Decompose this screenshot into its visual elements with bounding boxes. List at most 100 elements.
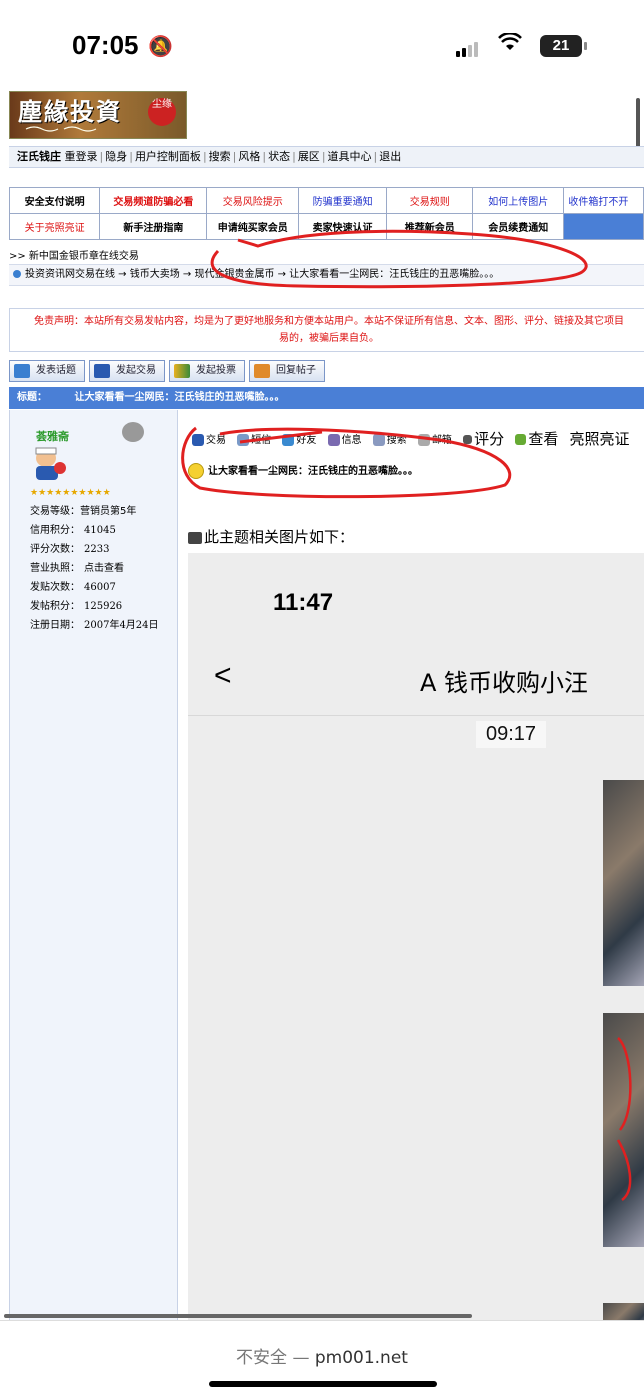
web-page: 塵緣投資 尘缘 汪氏钱庄 重登录 | 隐身 | 用户控制面板 | 搜索 | 风格 | 状态 | 展区 | 道… bbox=[0, 90, 644, 1320]
status-bar: 07:05 🔕 21 bbox=[0, 0, 644, 90]
topic-title: 让大家看看一尘网民：汪氏钱庄的丑恶嘴脸。。。 bbox=[74, 392, 285, 403]
new-topic-label: 发表话题 bbox=[36, 365, 76, 376]
home-indicator bbox=[209, 1381, 437, 1387]
pencil-icon bbox=[14, 364, 30, 378]
stat-row: 注册日期： 2007年4月24日 bbox=[30, 620, 159, 631]
menu-status[interactable]: 状态 bbox=[268, 150, 290, 163]
screenshot-chat-name: A 钱币收购小汪 bbox=[420, 669, 589, 697]
chat-photo-2 bbox=[603, 1013, 644, 1247]
menu-invisible[interactable]: 隐身 bbox=[105, 150, 127, 163]
post-toolbar: 交易 短信 好友 信息 搜索 邮箱 评分 查看 亮照亮证 bbox=[192, 428, 638, 449]
current-username: 汪氏钱庄 bbox=[17, 150, 61, 163]
stat-row: 信用积分： 41045 bbox=[30, 525, 116, 536]
tool-friend[interactable]: 好友 bbox=[282, 431, 316, 446]
view-icon bbox=[515, 434, 527, 445]
stat-row: 评分次数： 2233 bbox=[30, 544, 110, 555]
menu-exhibit[interactable]: 展区 bbox=[298, 150, 320, 163]
screenshot-time: 11:47 bbox=[273, 589, 334, 616]
nav-verify-about[interactable]: 关于亮照亮证 bbox=[8, 213, 101, 240]
browser-address-bar[interactable]: 不安全 — pm001.net bbox=[0, 1320, 644, 1400]
news-link[interactable]: >> 新中国金银币章在线交易 bbox=[9, 247, 139, 262]
tool-view[interactable]: 查看 bbox=[515, 428, 558, 449]
tool-search[interactable]: 搜索 bbox=[372, 431, 407, 446]
friend-icon bbox=[282, 434, 295, 446]
domain-label: pm001.net bbox=[314, 1348, 408, 1368]
author-stats: 交易等级：营销员第5年 信用积分： 41045 评分次数： 2233 营业执照： 点击… bbox=[30, 502, 159, 635]
nav-risk-notice[interactable]: 交易风险提示 bbox=[206, 187, 299, 214]
topic-title-bar: 标题： 让大家看看一尘网民：汪氏钱庄的丑恶嘴脸。。。 bbox=[9, 387, 644, 409]
insecure-label: 不安全 bbox=[236, 1348, 288, 1368]
shield-icon bbox=[94, 364, 110, 378]
info-icon bbox=[327, 434, 340, 446]
menu-control-panel[interactable]: 用户控制面板 bbox=[135, 150, 201, 163]
menu-logout[interactable]: 退出 bbox=[379, 150, 401, 163]
message-icon bbox=[237, 434, 250, 446]
logo-subtitle bbox=[24, 124, 114, 137]
rate-icon bbox=[463, 435, 473, 444]
disclaimer: 免责声明：本站所有交易发帖内容，均是为了更好地服务和方便本站用户。本站不保证所有… bbox=[9, 308, 644, 352]
nav-upload-help[interactable]: 如何上传图片 bbox=[472, 187, 565, 214]
tool-rate[interactable]: 评分 bbox=[463, 428, 504, 449]
mail-icon bbox=[417, 434, 430, 446]
tool-info[interactable]: 信息 bbox=[327, 431, 362, 446]
nav-fraud-notice[interactable]: 防骗重要通知 bbox=[297, 187, 388, 214]
breadcrumb-text[interactable]: 投资资讯网交易在线 → 钱币大卖场 → 现代金银贵金属币 → 让大家看看一尘网民… bbox=[25, 269, 499, 280]
tool-trade[interactable]: 交易 bbox=[192, 431, 226, 446]
stat-row: 交易等级：营销员第5年 bbox=[30, 506, 137, 517]
divider bbox=[188, 715, 644, 716]
nav-register-guide[interactable]: 新手注册指南 bbox=[99, 213, 208, 240]
screenshot-chat-time: 09:17 bbox=[476, 721, 547, 748]
tool-sms[interactable]: 短信 bbox=[237, 431, 271, 446]
menu-tools-center[interactable]: 道具中心 bbox=[328, 150, 372, 163]
nav-anti-fraud[interactable]: 交易频道防骗必看 bbox=[99, 187, 208, 214]
author-panel: 荟雅斋 ★★★★★★★★★★ 交易等级：营销员第5年 信用积分： 41045 评分… bbox=[9, 410, 178, 1320]
chat-photo-1 bbox=[603, 780, 644, 986]
battery-icon: 21 bbox=[540, 35, 587, 57]
post-body: 交易 短信 好友 信息 搜索 邮箱 评分 查看 亮照亮证 让大家看看一尘网民：汪… bbox=[180, 410, 644, 1320]
nav-safe-pay[interactable]: 安全支付说明 bbox=[8, 187, 101, 214]
status-time: 07:05 bbox=[72, 30, 139, 60]
nav-inbox-help[interactable]: 收件箱打不开 bbox=[563, 187, 644, 214]
stat-row: 发帖积分： 125926 bbox=[30, 601, 123, 612]
search-icon bbox=[372, 434, 385, 446]
image-icon bbox=[188, 531, 202, 544]
new-trade-button[interactable]: 发起交易 bbox=[89, 360, 165, 382]
nav-refer-member[interactable]: 推荐新会员 bbox=[386, 213, 474, 240]
new-topic-button[interactable]: 发表话题 bbox=[9, 360, 85, 382]
nav-seller-verify[interactable]: 卖家快速认证 bbox=[297, 213, 388, 240]
nav-trade-rules[interactable]: 交易规则 bbox=[386, 187, 474, 214]
smiley-icon bbox=[188, 463, 204, 479]
url-display[interactable]: 不安全 — pm001.net bbox=[0, 1343, 644, 1368]
bar-chart-icon bbox=[174, 364, 190, 378]
nav-empty-cell bbox=[563, 213, 644, 240]
tool-mail[interactable]: 邮箱 bbox=[417, 431, 452, 446]
menu-style[interactable]: 风格 bbox=[238, 150, 260, 163]
breadcrumb: 投资资讯网交易在线 → 钱币大卖场 → 现代金银贵金属币 → 让大家看看一尘网民… bbox=[9, 264, 644, 286]
logo-seal: 尘缘 bbox=[148, 98, 176, 126]
cellular-signal-icon bbox=[456, 38, 480, 57]
disclaimer-line2: 易的，被骗后果自负。 bbox=[279, 333, 379, 344]
new-poll-button[interactable]: 发起投票 bbox=[169, 360, 245, 382]
online-status-icon bbox=[122, 422, 144, 442]
author-name[interactable]: 荟雅斋 bbox=[36, 428, 69, 444]
bell-muted-icon: 🔕 bbox=[148, 34, 173, 58]
stat-row: 发贴次数： 46007 bbox=[30, 582, 116, 593]
menu-relogin[interactable]: 重登录 bbox=[65, 150, 98, 163]
attached-chat-screenshot[interactable]: 11:47 < A 钱币收购小汪 09:17 bbox=[188, 553, 644, 1320]
tool-verify[interactable]: 亮照亮证 bbox=[570, 428, 630, 449]
new-poll-label: 发起投票 bbox=[196, 365, 236, 376]
chat-photo-3 bbox=[603, 1303, 644, 1320]
horizontal-scrollbar[interactable] bbox=[4, 1314, 472, 1318]
breadcrumb-icon bbox=[13, 270, 21, 278]
nav-buyer-apply[interactable]: 申请纯买家会员 bbox=[206, 213, 299, 240]
logo-title: 塵緣投資 bbox=[18, 97, 122, 126]
author-avatar bbox=[28, 446, 68, 482]
user-menu-bar: 汪氏钱庄 重登录 | 隐身 | 用户控制面板 | 搜索 | 风格 | 状态 | 展区 | 道具中心 | 退出 bbox=[9, 146, 644, 168]
site-logo[interactable]: 塵緣投資 尘缘 bbox=[9, 91, 187, 139]
nav-renewal[interactable]: 会员续费通知 bbox=[472, 213, 565, 240]
post-title-text: 让大家看看一尘网民：汪氏钱庄的丑恶嘴脸。。。 bbox=[208, 466, 418, 477]
menu-search[interactable]: 搜索 bbox=[209, 150, 231, 163]
shield-icon bbox=[192, 434, 204, 446]
wifi-icon bbox=[498, 31, 522, 57]
reply-button[interactable]: 回复帖子 bbox=[249, 360, 325, 382]
